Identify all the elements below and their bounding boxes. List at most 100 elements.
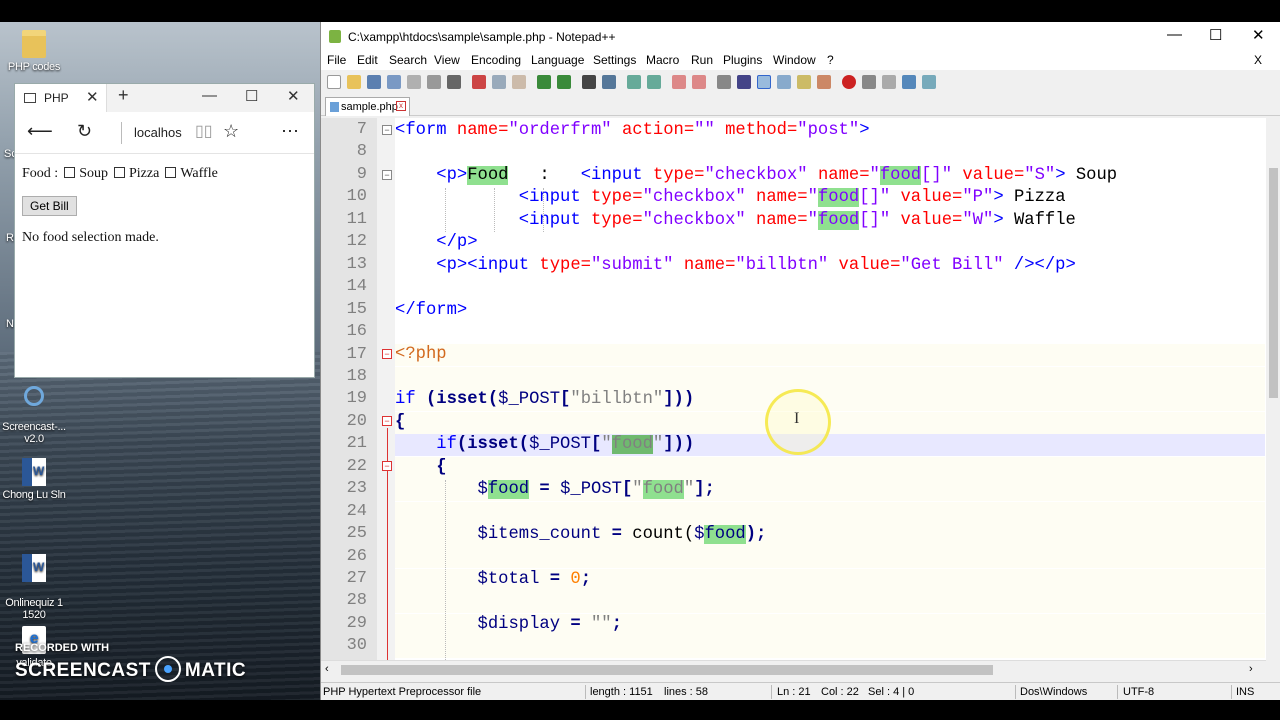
menu-settings[interactable]: Settings xyxy=(593,53,636,67)
fold-toggle-icon[interactable]: − xyxy=(382,461,392,471)
code-token: "" xyxy=(590,615,612,634)
fold-toggle-icon[interactable]: − xyxy=(382,170,392,180)
code-token: name= xyxy=(745,211,808,230)
copy-icon[interactable] xyxy=(492,75,506,89)
menu-run[interactable]: Run xyxy=(691,53,713,67)
maximize-icon[interactable]: ☐ xyxy=(245,87,258,105)
print-icon[interactable] xyxy=(447,75,461,89)
show-all-chars-icon[interactable] xyxy=(737,75,751,89)
close-tab-icon[interactable]: x xyxy=(396,101,406,111)
divider xyxy=(585,685,586,699)
scroll-right-icon[interactable]: › xyxy=(1249,663,1253,675)
play-macro-icon[interactable] xyxy=(882,75,896,89)
record-macro-icon[interactable] xyxy=(842,75,856,89)
favorite-star-icon[interactable]: ☆ xyxy=(223,121,239,142)
menu-macro[interactable]: Macro xyxy=(646,53,679,67)
code-token: " xyxy=(683,480,695,499)
replace-icon[interactable] xyxy=(602,75,616,89)
code-token: <input xyxy=(580,166,643,185)
scroll-left-icon[interactable]: ‹ xyxy=(325,663,329,675)
desktop-icon-chong-lu-sln[interactable]: W Chong Lu Sln xyxy=(0,458,71,501)
code-token: = xyxy=(529,480,561,499)
close-icon[interactable]: ✕ xyxy=(287,87,300,105)
cut-icon[interactable] xyxy=(472,75,486,89)
folder-as-workspace-icon[interactable] xyxy=(817,75,831,89)
doc-map-icon[interactable] xyxy=(777,75,791,89)
code-token: "S" xyxy=(1024,166,1056,185)
function-list-icon[interactable] xyxy=(797,75,811,89)
horizontal-scrollbar[interactable]: ‹ › xyxy=(321,660,1266,678)
save-macro-icon[interactable] xyxy=(922,75,936,89)
code-token: > xyxy=(993,188,1004,207)
code-line: <p><input type="submit" name="billbtn" v… xyxy=(395,255,1265,277)
code-token: <p> xyxy=(436,166,468,185)
status-column: Col : 22 xyxy=(821,686,859,698)
new-file-icon[interactable] xyxy=(327,75,341,89)
maximize-icon[interactable]: ☐ xyxy=(1209,26,1222,44)
open-file-icon[interactable] xyxy=(347,75,361,89)
new-tab-icon[interactable]: + xyxy=(118,85,129,106)
sync-horizontal-icon[interactable] xyxy=(692,75,706,89)
close-document-icon[interactable]: X xyxy=(1254,53,1262,67)
status-insert-mode: INS xyxy=(1236,686,1255,698)
word-wrap-icon[interactable] xyxy=(717,75,731,89)
back-arrow-icon[interactable]: ⟵ xyxy=(27,121,53,142)
code-token: /></p> xyxy=(1003,256,1076,275)
checkbox-waffle[interactable] xyxy=(165,167,177,178)
run-macro-multiple-icon[interactable] xyxy=(902,75,916,89)
zoom-out-icon[interactable] xyxy=(647,75,661,89)
menu-language[interactable]: Language xyxy=(531,53,584,67)
menu-file[interactable]: File xyxy=(327,53,346,67)
desktop-icon-onlinequiz[interactable]: W Onlinequiz 1 1520 xyxy=(0,542,71,633)
file-tab-sample-php[interactable]: sample.php x xyxy=(325,97,410,116)
find-icon[interactable] xyxy=(582,75,596,89)
menu-help[interactable]: ? xyxy=(827,53,834,67)
save-icon[interactable] xyxy=(367,75,381,89)
status-eol: Dos\Windows xyxy=(1020,686,1088,698)
scroll-thumb[interactable] xyxy=(341,665,993,675)
checkbox-pizza[interactable] xyxy=(113,167,125,178)
indent-guide-icon[interactable] xyxy=(757,75,771,89)
browser-tab[interactable]: PHP ✕ xyxy=(15,84,107,112)
code-token: type= xyxy=(642,166,705,185)
close-icon[interactable]: ✕ xyxy=(1252,26,1265,44)
food-label: Food : xyxy=(22,166,59,181)
sync-vertical-icon[interactable] xyxy=(672,75,686,89)
fold-toggle-icon[interactable]: − xyxy=(382,416,392,426)
menu-plugins[interactable]: Plugins xyxy=(723,53,762,67)
refresh-icon[interactable]: ↻ xyxy=(77,121,92,142)
fold-toggle-icon[interactable]: − xyxy=(382,125,392,135)
close-file-icon[interactable] xyxy=(407,75,421,89)
tab-close-icon[interactable]: ✕ xyxy=(86,88,99,106)
close-all-icon[interactable] xyxy=(427,75,441,89)
menu-encoding[interactable]: Encoding xyxy=(471,53,521,67)
desktop-icon-screencast[interactable]: Screencast-... v2.0 xyxy=(0,374,71,457)
scroll-thumb[interactable] xyxy=(1269,168,1278,398)
code-token: $display xyxy=(477,615,561,634)
vertical-scrollbar[interactable] xyxy=(1266,118,1280,660)
watermark-line1: RECORDED WITH xyxy=(15,642,110,654)
code-line-current: if(isset($_POST["food"])) xyxy=(395,434,1265,457)
desktop-icon-php-codes[interactable]: PHP codes xyxy=(0,30,71,73)
more-icon[interactable]: ⋯ xyxy=(281,121,299,142)
menu-view[interactable]: View xyxy=(434,53,460,67)
get-bill-button[interactable]: Get Bill xyxy=(22,196,77,216)
address-bar[interactable]: localhos xyxy=(134,125,182,140)
option-label: Waffle xyxy=(180,166,218,181)
minimize-icon[interactable]: — xyxy=(202,87,217,104)
minimize-icon[interactable]: — xyxy=(1167,26,1182,43)
undo-icon[interactable] xyxy=(537,75,551,89)
fold-toggle-icon[interactable]: − xyxy=(382,349,392,359)
browser-window: PHP ✕ + — ☐ ✕ ⟵ ↻ localhos ▯▯ ☆ ⋯ Food :… xyxy=(14,83,315,378)
reading-view-icon[interactable]: ▯▯ xyxy=(195,121,213,141)
stop-macro-icon[interactable] xyxy=(862,75,876,89)
zoom-in-icon[interactable] xyxy=(627,75,641,89)
menu-search[interactable]: Search xyxy=(389,53,427,67)
paste-icon[interactable] xyxy=(512,75,526,89)
menu-window[interactable]: Window xyxy=(773,53,816,67)
folder-icon xyxy=(22,30,46,58)
menu-edit[interactable]: Edit xyxy=(357,53,378,67)
save-all-icon[interactable] xyxy=(387,75,401,89)
checkbox-soup[interactable] xyxy=(64,167,76,178)
redo-icon[interactable] xyxy=(557,75,571,89)
